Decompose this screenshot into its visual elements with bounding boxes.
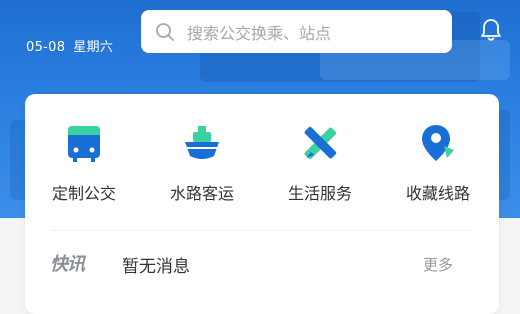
news-message: 暂无消息 [122,257,190,277]
service-item-saved-routes[interactable]: 收藏线路 [379,94,497,224]
news-logo: 快讯 [50,254,85,275]
date-display: 05-08 星期六 [26,36,113,55]
weekday-text: 星期六 [73,40,114,55]
route-pin-icon [422,125,454,161]
service-item-custom-bus[interactable]: 定制公交 [25,94,143,224]
search-placeholder: 搜索公交换乘、站点 [187,23,332,43]
date-text: 05-08 [26,40,66,55]
tools-icon [304,126,337,160]
search-icon [156,22,174,41]
ship-icon [185,126,219,159]
bus-icon [68,126,100,162]
more-link[interactable]: 更多 [423,254,453,275]
service-label: 生活服务 [287,184,352,203]
service-label: 水路客运 [169,184,234,203]
service-label: 收藏线路 [405,184,470,203]
bell-icon[interactable] [478,17,504,43]
search-bar[interactable]: 搜索公交换乘、站点 [141,10,452,53]
service-item-life-services[interactable]: 生活服务 [261,94,379,224]
service-label: 定制公交 [51,184,116,203]
news-bar[interactable]: 快讯 暂无消息 更多 [25,240,499,290]
divider [51,230,473,231]
service-item-water-transport[interactable]: 水路客运 [143,94,261,224]
services-card: 定制公交 水路客运 生活服务 收藏线路 快讯 暂无消息 更多 [25,94,499,314]
service-grid: 定制公交 水路客运 生活服务 收藏线路 [25,94,499,224]
